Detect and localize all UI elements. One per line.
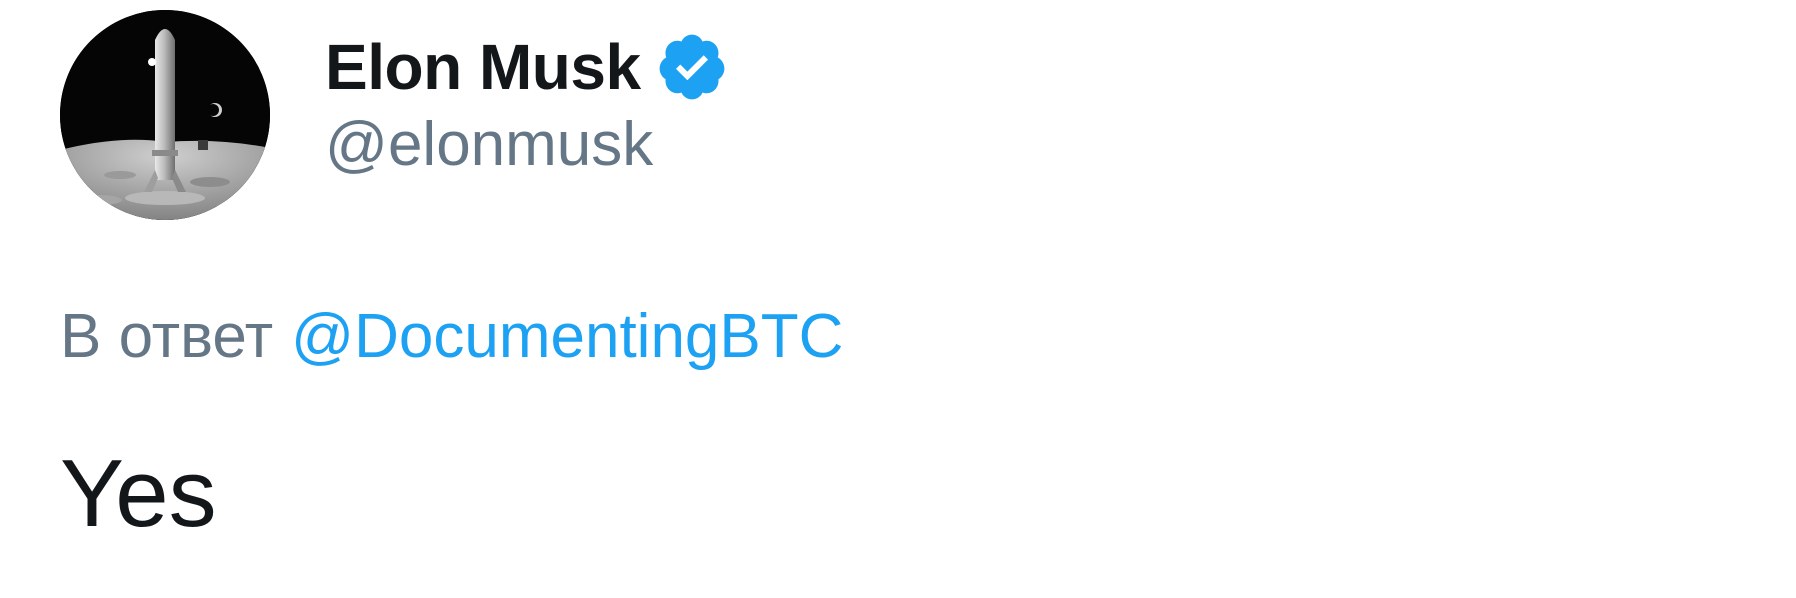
- starship-on-moon-avatar: [60, 10, 270, 220]
- reply-context: В ответ @DocumentingBTC: [60, 306, 843, 368]
- user-handle[interactable]: @elonmusk: [325, 114, 729, 176]
- reply-target-link[interactable]: @DocumentingBTC: [291, 302, 843, 371]
- author-block: Elon Musk @elonmusk: [325, 24, 729, 176]
- verified-badge-icon: [655, 30, 729, 104]
- display-name[interactable]: Elon Musk: [325, 35, 641, 99]
- name-row: Elon Musk: [325, 24, 729, 110]
- avatar[interactable]: [60, 10, 270, 220]
- reply-prefix: В ответ: [60, 302, 274, 371]
- tweet-card: Elon Musk @elonmusk В ответ @DocumentingB…: [0, 0, 1796, 598]
- tweet-text: Yes: [60, 440, 217, 547]
